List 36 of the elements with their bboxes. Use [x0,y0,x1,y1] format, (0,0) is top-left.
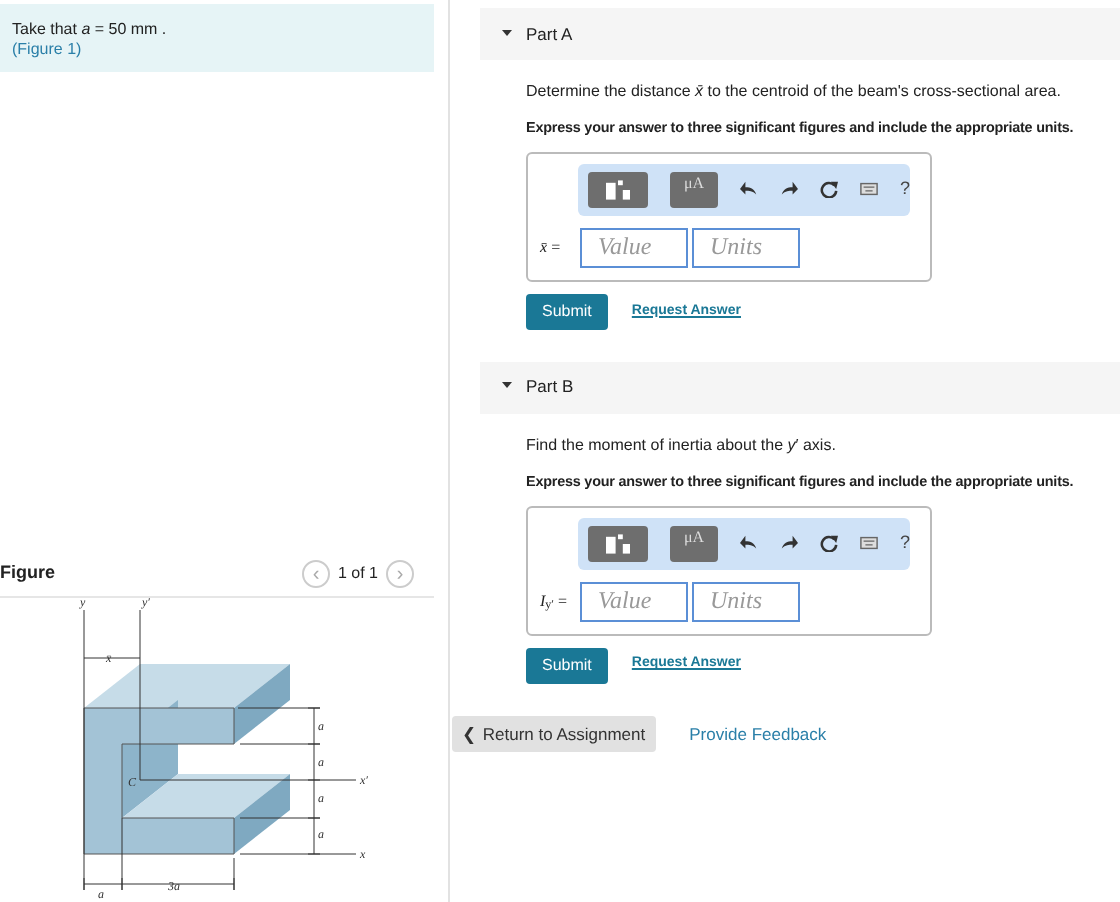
undo-icon[interactable] [740,534,758,553]
feedback-link[interactable]: Provide Feedback [689,721,827,747]
reset-icon[interactable] [820,180,838,199]
page-indicator: 1 of 1 [337,562,378,586]
figure-link[interactable]: (Figure 1) [12,40,82,59]
units-field[interactable]: Units [692,581,800,622]
figure-heading: Figure [0,560,56,587]
units-field[interactable]: Units [692,227,800,268]
template-button[interactable] [588,171,648,208]
question-text: Determine the distance x̄ to the centroid of the beam's cross-sectional area. [526,80,1063,104]
redo-icon[interactable] [780,534,798,553]
answer-label: I$_{y′}$ = [540,589,569,614]
template-icon [600,177,636,202]
answer-label: x̄ = [540,235,563,260]
undo-icon[interactable] [740,180,758,199]
template-icon [600,531,636,556]
question-text: Find the moment of inertia about the y′ axis. [526,433,838,458]
keyboard-icon[interactable] [860,180,878,199]
return-button[interactable]: ❮ Return to Assignment [452,715,656,753]
instruction-text: Take that a = 50 mm . [12,20,169,41]
part-header[interactable]: Part A [480,8,1120,60]
part-title: Part B [526,374,574,401]
units-button[interactable]: μA [670,525,718,562]
submit-button[interactable]: Submit [526,293,608,330]
reset-icon[interactable] [820,534,838,553]
help-button[interactable]: ? [900,176,911,204]
part-title: Part A [526,21,573,47]
units-button[interactable]: μA [670,171,718,208]
submit-button[interactable]: Submit [526,647,608,684]
help-button[interactable]: ? [900,529,911,557]
template-button[interactable] [588,525,648,562]
value-field[interactable]: Value [580,581,688,622]
keyboard-icon[interactable] [860,534,878,553]
value-field[interactable]: Value [580,227,688,268]
redo-icon[interactable] [780,180,798,199]
part-header[interactable]: Part B [480,361,1120,414]
